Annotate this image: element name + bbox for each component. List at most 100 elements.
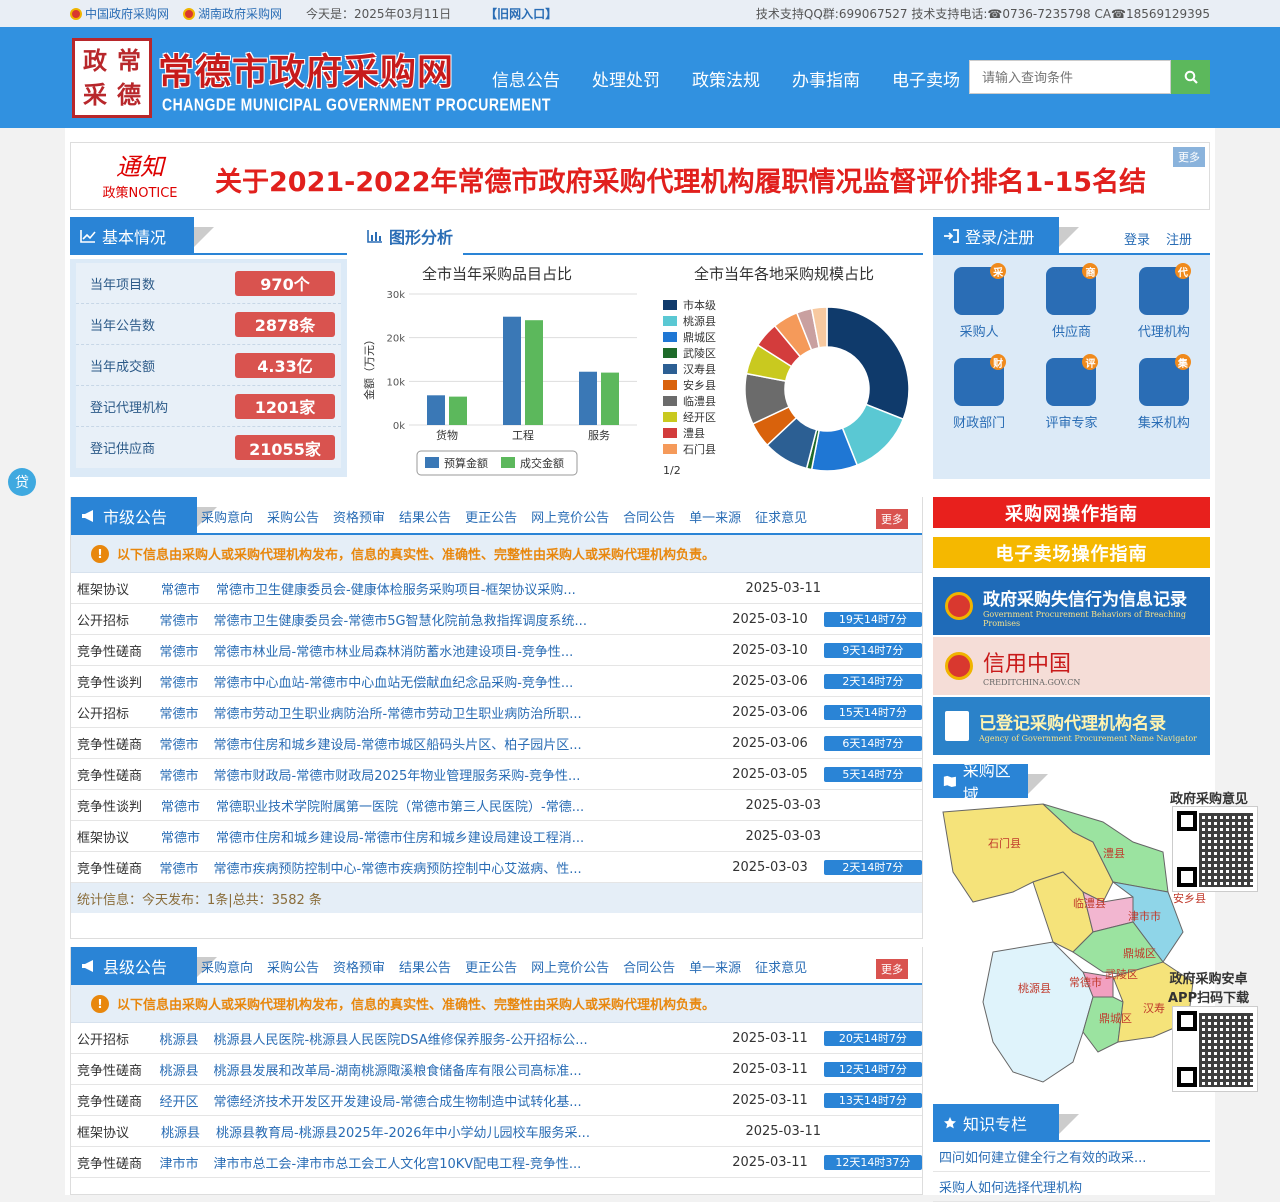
table-row[interactable]: 框架协议 常德市 常德市卫生健康委员会-健康体检服务采购项目-框架协议采购... 20… [71,573,922,604]
region-label[interactable]: 津市市 [1128,909,1161,923]
row-title[interactable]: 桃源县人民医院-桃源县人民医院DSA维修保养服务-公开招标公... [214,1029,700,1048]
row-title[interactable]: 常德市卫生健康委员会-健康体检服务采购项目-框架协议采购... [216,579,711,598]
row-region[interactable]: 常德市 [161,827,216,846]
procurement-guide-button[interactable]: 采购网操作指南 [933,497,1210,528]
category-tab[interactable]: 合同公告 [623,957,675,976]
nav-guide[interactable]: 办事指南 [792,66,860,91]
nav-info[interactable]: 信息公告 [492,66,560,91]
category-tab[interactable]: 结果公告 [399,507,451,526]
row-region[interactable]: 桃源县 [160,1029,214,1048]
floating-loan-button[interactable]: 贷 [8,468,36,496]
credit-china-banner[interactable]: 信用中国 CREDITCHINA.GOV.CN [933,637,1210,695]
table-row[interactable]: 公开招标 桃源县 桃源县人民医院-桃源县人民医院DSA维修保养服务-公开招标公...… [71,1023,922,1054]
logo-seal[interactable]: 政 常 采 德 [72,38,152,118]
region-label[interactable]: 临澧县 [1073,896,1106,910]
row-region[interactable]: 常德市 [160,858,214,877]
category-tab[interactable]: 采购公告 [267,507,319,526]
table-row[interactable]: 竞争性磋商 常德市 常德市住房和城乡建设局-常德市城区船码头片区、柏子园片区... 2… [71,728,922,759]
list-item[interactable]: 采购人如何选择代理机构 [933,1172,1210,1202]
row-title[interactable]: 桃源县教育局-桃源县2025年-2026年中小学幼儿园校车服务采... [216,1122,711,1141]
row-region[interactable]: 常德市 [160,765,214,784]
row-region[interactable]: 常德市 [160,703,214,722]
table-row[interactable]: 竞争性磋商 常德市 常德市疾病预防控制中心-常德市疾病预防控制中心艾滋病、性... 2… [71,852,922,883]
row-title[interactable]: 津市市总工会-津市市总工会工人文化宫10KV配电工程-竞争性... [214,1153,700,1172]
row-title[interactable]: 常德市卫生健康委员会-常德市5G智慧化院前急救指挥调度系统... [214,610,700,629]
region-label[interactable]: 鼎城区 [1099,1012,1132,1025]
category-tab[interactable]: 资格预审 [333,507,385,526]
row-title[interactable]: 常德市劳动卫生职业病防治所-常德市劳动卫生职业病防治所职... [214,703,700,722]
row-title[interactable]: 常德职业技术学院附属第一医院（常德市第三人民医院）-常德... [216,796,711,815]
table-row[interactable]: 竞争性谈判 常德市 常德职业技术学院附属第一医院（常德市第三人民医院）-常德... 2… [71,790,922,821]
row-title[interactable]: 常德市财政局-常德市财政局2025年物业管理服务采购-竞争性... [214,765,700,784]
role-agency[interactable]: 代代理机构 [1118,263,1210,340]
category-tab[interactable]: 征求意见 [755,957,807,976]
notice-more-button[interactable]: 更多 [1173,147,1205,167]
row-title[interactable]: 常德市住房和城乡建设局-常德市城区船码头片区、柏子园片区... [214,734,700,753]
region-label[interactable]: 武陵区 [1105,968,1138,981]
list-item[interactable]: 四问如何建立健全行之有效的政采... [933,1142,1210,1172]
mall-guide-button[interactable]: 电子卖场操作指南 [933,537,1210,568]
nav-mall[interactable]: 电子卖场 [892,66,960,91]
row-region[interactable]: 常德市 [160,734,214,753]
search-input[interactable] [969,60,1171,94]
row-region[interactable]: 常德市 [160,672,214,691]
row-region[interactable]: 桃源县 [160,1060,214,1079]
row-title[interactable]: 常德市住房和城乡建设局-常德市住房和城乡建设局建设工程消... [216,827,711,846]
table-row[interactable]: 竞争性磋商 津市市 津市市总工会-津市市总工会工人文化宫10KV配电工程-竞争性..… [71,1147,922,1178]
category-tab[interactable]: 单一来源 [689,957,741,976]
region-label[interactable]: 常德市 [1069,975,1102,989]
role-purchaser[interactable]: 采采购人 [933,263,1025,340]
category-tab[interactable]: 网上竞价公告 [531,957,609,976]
qr-code-app[interactable] [1172,1006,1258,1092]
agency-directory-banner[interactable]: 已登记采购代理机构名录 Agency of Government Procurem… [933,697,1210,755]
role-central[interactable]: 集集采机构 [1118,354,1210,431]
search-button[interactable] [1171,60,1210,94]
region-label[interactable]: 安乡县 [1173,891,1206,905]
category-tab[interactable]: 合同公告 [623,507,675,526]
site-title[interactable]: 常德市政府采购网 [158,43,454,95]
dishonesty-record-banner[interactable]: 政府采购失信行为信息记录 Government Procurement Behav… [933,577,1210,635]
category-tab[interactable]: 单一来源 [689,507,741,526]
region-label[interactable]: 鼎城区 [1123,947,1156,960]
role-expert[interactable]: 评评审专家 [1025,354,1117,431]
table-row[interactable]: 竞争性磋商 常德市 常德市林业局-常德市林业局森林消防蓄水池建设项目-竞争性... 2… [71,635,922,666]
region-label[interactable]: 石门县 [988,836,1021,850]
row-title[interactable]: 常德市疾病预防控制中心-常德市疾病预防控制中心艾滋病、性... [214,858,700,877]
table-row[interactable]: 框架协议 桃源县 桃源县教育局-桃源县2025年-2026年中小学幼儿园校车服务采.… [71,1116,922,1147]
row-region[interactable]: 常德市 [161,796,216,815]
row-region[interactable]: 津市市 [160,1153,214,1172]
table-row[interactable]: 公开招标 常德市 常德市卫生健康委员会-常德市5G智慧化院前急救指挥调度系统... 2… [71,604,922,635]
category-tab[interactable]: 采购公告 [267,957,319,976]
region-label[interactable]: 汉寿 [1143,1001,1165,1015]
row-region[interactable]: 常德市 [160,610,214,629]
row-region[interactable]: 常德市 [161,579,216,598]
region-label[interactable]: 澧县 [1103,846,1125,860]
register-link[interactable]: 注册 [1166,229,1192,248]
table-row[interactable]: 竞争性磋商 桃源县 桃源县发展和改革局-湖南桃源陬溪粮食储备库有限公司高标准... 2… [71,1054,922,1085]
region-map[interactable]: 石门县 澧县 临澧县 津市市 安乡县 鼎城区 武陵区 常德市 桃源县 鼎城区 汉… [933,802,1210,1102]
china-procurement-link[interactable]: 中国政府采购网 [70,5,169,22]
row-title[interactable]: 常德市中心血站-常德市中心血站无偿献血纪念品采购-竞争性... [214,672,700,691]
category-tab[interactable]: 更正公告 [465,957,517,976]
qr-code-feedback[interactable] [1172,806,1258,892]
table-row[interactable]: 公开招标 常德市 常德市劳动卫生职业病防治所-常德市劳动卫生职业病防治所职... 20… [71,697,922,728]
table-row[interactable]: 竞争性磋商 常德市 常德市财政局-常德市财政局2025年物业管理服务采购-竞争性..… [71,759,922,790]
row-title[interactable]: 常德市林业局-常德市林业局森林消防蓄水池建设项目-竞争性... [214,641,700,660]
old-site-link[interactable]: 【旧网入口】 [485,5,557,22]
more-button[interactable]: 更多 [876,959,908,979]
row-region[interactable]: 经开区 [160,1091,214,1110]
table-row[interactable]: 竞争性磋商 经开区 常德经济技术开发区开发建设局-常德合成生物制造中试转化基... 2… [71,1085,922,1116]
category-tab[interactable]: 更正公告 [465,507,517,526]
category-tab[interactable]: 资格预审 [333,957,385,976]
row-region[interactable]: 桃源县 [161,1122,216,1141]
category-tab[interactable]: 征求意见 [755,507,807,526]
notice-text[interactable]: 关于2021-2022年常德市政府采购代理机构履职情况监督评价排名1-15名结 [215,160,1205,199]
role-finance[interactable]: 财财政部门 [933,354,1025,431]
category-tab[interactable]: 采购意向 [201,507,253,526]
category-tab[interactable]: 结果公告 [399,957,451,976]
category-tab[interactable]: 采购意向 [201,957,253,976]
nav-policy[interactable]: 政策法规 [692,66,760,91]
table-row[interactable]: 框架协议 常德市 常德市住房和城乡建设局-常德市住房和城乡建设局建设工程消... 20… [71,821,922,852]
table-row[interactable]: 竞争性谈判 常德市 常德市中心血站-常德市中心血站无偿献血纪念品采购-竞争性... 2… [71,666,922,697]
role-supplier[interactable]: 商供应商 [1025,263,1117,340]
